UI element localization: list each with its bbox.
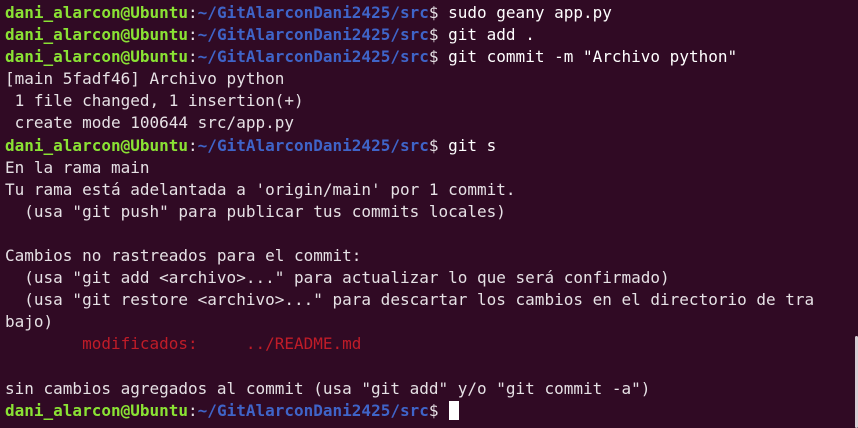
output-line: (usa "git restore <archivo>..." para des…: [5, 289, 814, 311]
output-text: Tu rama está adelantada a 'origin/main' …: [5, 179, 516, 199]
output-text: En la rama main: [5, 157, 150, 177]
prompt-path: ~/GitAlarconDani2425/src: [197, 400, 429, 420]
prompt-line: dani_alarcon@Ubuntu:~/GitAlarconDani2425…: [5, 135, 814, 157]
output-text: (usa "git add <archivo>..." para actuali…: [5, 268, 670, 288]
output-line: (usa "git push" para publicar tus commit…: [5, 201, 814, 223]
prompt-symbol: $: [428, 25, 449, 45]
prompt-path: ~/GitAlarconDani2425/src: [197, 47, 429, 67]
prompt-line: dani_alarcon@Ubuntu:~/GitAlarconDani2425…: [5, 24, 814, 46]
cursor[interactable]: [449, 400, 460, 420]
output-text: 1 file changed, 1 insertion(+): [5, 91, 304, 111]
prompt-separator: :: [188, 25, 198, 45]
output-line: Cambios no rastreados para el commit:: [5, 245, 814, 267]
output-line: Tu rama está adelantada a 'origin/main' …: [5, 179, 814, 201]
prompt-path: ~/GitAlarconDani2425/src: [197, 3, 429, 22]
prompt-separator: :: [188, 135, 198, 155]
command-text: git s: [448, 135, 497, 155]
prompt-separator: :: [188, 47, 198, 67]
output-text: [main 5fadf46] Archivo python: [5, 69, 285, 89]
output-text: create mode 100644 src/app.py: [5, 113, 294, 133]
output-line: sin cambios agregados al commit (usa "gi…: [5, 378, 814, 400]
prompt-line: dani_alarcon@Ubuntu:~/GitAlarconDani2425…: [5, 2, 814, 24]
prompt-user: dani_alarcon@Ubuntu: [5, 47, 189, 67]
prompt-symbol: $: [428, 47, 449, 67]
prompt-separator: :: [188, 3, 198, 22]
output-line: En la rama main: [5, 157, 814, 179]
prompt-user: dani_alarcon@Ubuntu: [5, 25, 189, 45]
command-text: sudo geany app.py: [448, 3, 612, 22]
command-text: git commit -m "Archivo python": [448, 47, 738, 67]
prompt-symbol: $: [428, 3, 449, 22]
terminal-window[interactable]: dani_alarcon@Ubuntu:~/GitAlarconDani2425…: [0, 0, 858, 428]
command-text: git add .: [448, 25, 535, 45]
output-text: bajo): [5, 312, 54, 332]
output-line-modified: modificados: ../README.md: [5, 333, 814, 355]
output-text: (usa "git push" para publicar tus commit…: [5, 201, 506, 221]
prompt-symbol: $: [428, 135, 449, 155]
output-text: sin cambios agregados al commit (usa "gi…: [5, 378, 651, 398]
prompt-path: ~/GitAlarconDani2425/src: [197, 135, 429, 155]
output-line: create mode 100644 src/app.py: [5, 112, 814, 134]
terminal-output: dani_alarcon@Ubuntu:~/GitAlarconDani2425…: [5, 2, 814, 422]
prompt-user: dani_alarcon@Ubuntu: [5, 3, 189, 22]
prompt-user: dani_alarcon@Ubuntu: [5, 135, 189, 155]
output-text: (usa "git restore <archivo>..." para des…: [5, 290, 815, 310]
prompt-line: dani_alarcon@Ubuntu:~/GitAlarconDani2425…: [5, 400, 814, 422]
modified-file-text: modificados: ../README.md: [5, 334, 362, 354]
output-line: [main 5fadf46] Archivo python: [5, 68, 814, 90]
prompt-path: ~/GitAlarconDani2425/src: [197, 25, 429, 45]
output-text: Cambios no rastreados para el commit:: [5, 246, 362, 266]
output-line: 1 file changed, 1 insertion(+): [5, 90, 814, 112]
prompt-separator: :: [188, 400, 198, 420]
prompt-line: dani_alarcon@Ubuntu:~/GitAlarconDani2425…: [5, 46, 814, 68]
prompt-symbol: $: [428, 400, 449, 420]
prompt-user: dani_alarcon@Ubuntu: [5, 400, 189, 420]
output-line: (usa "git add <archivo>..." para actuali…: [5, 267, 814, 289]
output-line: bajo): [5, 311, 814, 333]
